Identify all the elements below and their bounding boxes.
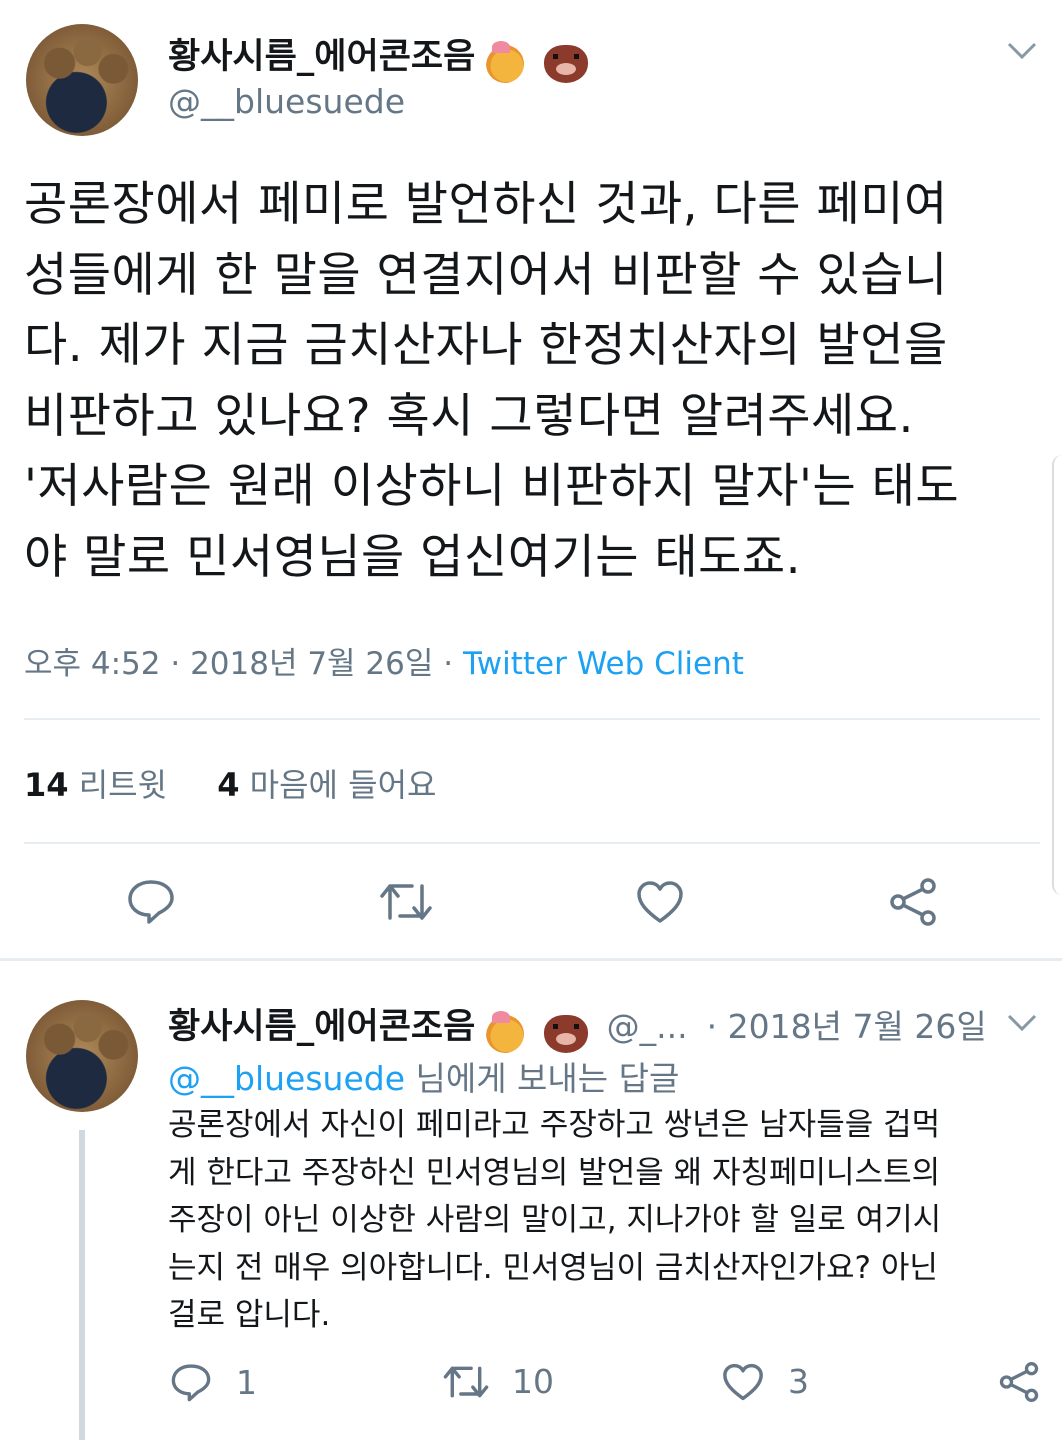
chevron-down-icon[interactable]	[1006, 1012, 1038, 1034]
tweet-text: 공론장에서 페미로 발언하신 것과, 다른 페미여 성들에게 한 말을 연결지어…	[24, 170, 1044, 593]
tweet-text-line: 공론장에서 페미로 발언하신 것과, 다른 페미여	[24, 177, 948, 232]
reply-count: 1	[236, 1362, 257, 1402]
reply-date[interactable]: · 2018년 7월 26일	[707, 1007, 987, 1046]
user-handle[interactable]: @__bluesuede	[168, 82, 405, 121]
retweet-icon	[442, 1363, 490, 1401]
tweet-text-line: '저사람은 원래 이상하니 비판하지 말자'는 태도	[24, 459, 960, 514]
heart-icon	[722, 1363, 764, 1401]
reply-tweet-header: 황사시름_에어콘조음 @_... · 2018년 7월 26일	[168, 998, 987, 1053]
tweet-timestamp-row: 오후 4:52 · 2018년 7월 26일 · Twitter Web Cli…	[24, 638, 744, 683]
heart-icon[interactable]	[636, 880, 684, 924]
timestamp[interactable]: 오후 4:52 · 2018년 7월 26일 ·	[24, 646, 463, 682]
reply-to-handle[interactable]: @__bluesuede	[168, 1059, 405, 1098]
like-count: 3	[788, 1362, 809, 1401]
stats-row: 14 리트윗 4 마음에 들어요	[24, 760, 436, 806]
reply-to-suffix: 님에게 보내는 답글	[405, 1059, 680, 1098]
like-action[interactable]: 3	[722, 1362, 809, 1401]
display-name[interactable]: 황사시름_에어콘조음	[168, 1007, 475, 1047]
retweet-stat[interactable]: 14 리트윗	[24, 766, 177, 804]
tweet-text-line: 비판하고 있나요? 혹시 그렇다면 알려주세요.	[24, 388, 914, 444]
display-name[interactable]: 황사시름_에어콘조음	[168, 37, 475, 77]
reply-tweet-text: 공론장에서 자신이 페미라고 주장하고 쌍년은 남자들을 겁먹 게 한다고 주장…	[168, 1102, 1048, 1340]
thread-line	[79, 1130, 85, 1440]
tweet-text-line: 성들에게 한 말을 연결지어서 비판할 수 있습니	[24, 247, 948, 303]
user-handle[interactable]: @_...	[607, 1007, 688, 1046]
tweet-text-line: 야 말로 민서영님을 업신여기는 태도죠.	[24, 529, 802, 585]
chevron-down-icon[interactable]	[1006, 40, 1038, 62]
main-tweet-header: 황사시름_에어콘조음	[168, 28, 588, 83]
retweet-label: 리트윗	[78, 766, 168, 804]
reply-action[interactable]: 1	[170, 1362, 257, 1402]
retweet-count: 14	[24, 766, 69, 804]
shrimp-emoji-icon	[486, 40, 525, 83]
reply-text-line: 공론장에서 자신이 페미라고 주장하고 쌍년은 남자들을 겁먹	[168, 1107, 941, 1143]
section-divider	[0, 958, 1062, 961]
reply-context: @__bluesuede 님에게 보내는 답글	[168, 1052, 679, 1100]
retweet-action[interactable]: 10	[442, 1362, 554, 1401]
shrimp-emoji-icon	[486, 1010, 525, 1053]
source-link[interactable]: Twitter Web Client	[463, 646, 744, 682]
share-icon[interactable]	[888, 878, 938, 926]
reply-text-line: 는지 전 매우 의아합니다. 민서영님이 금치산자인가요? 아닌	[168, 1249, 938, 1286]
retweet-count: 10	[512, 1362, 554, 1401]
divider	[24, 842, 1040, 844]
like-stat[interactable]: 4 마음에 들어요	[217, 766, 436, 804]
share-icon[interactable]	[998, 1362, 1040, 1402]
avatar[interactable]	[26, 24, 138, 136]
tweet-text-line: 다. 제가 지금 금치산자나 한정치산자의 발언을	[24, 318, 948, 373]
reply-text-line: 주장이 아닌 이상한 사람의 말이고, 지나가야 할 일로 여기시	[168, 1202, 942, 1238]
reply-text-line: 게 한다고 주장하신 민서영님의 발언을 왜 자칭페미니스트의	[168, 1154, 941, 1191]
reply-text-line: 걸로 압니다.	[168, 1297, 331, 1333]
reply-icon	[170, 1362, 212, 1402]
boar-emoji-icon	[543, 1014, 588, 1053]
like-count: 4	[217, 766, 240, 804]
reply-icon[interactable]	[126, 878, 176, 924]
boar-emoji-icon	[543, 44, 588, 83]
like-label: 마음에 들어요	[249, 766, 437, 804]
scrollbar[interactable]	[1052, 455, 1062, 895]
retweet-icon[interactable]	[378, 880, 434, 924]
avatar[interactable]	[26, 1000, 138, 1112]
divider	[24, 718, 1040, 720]
